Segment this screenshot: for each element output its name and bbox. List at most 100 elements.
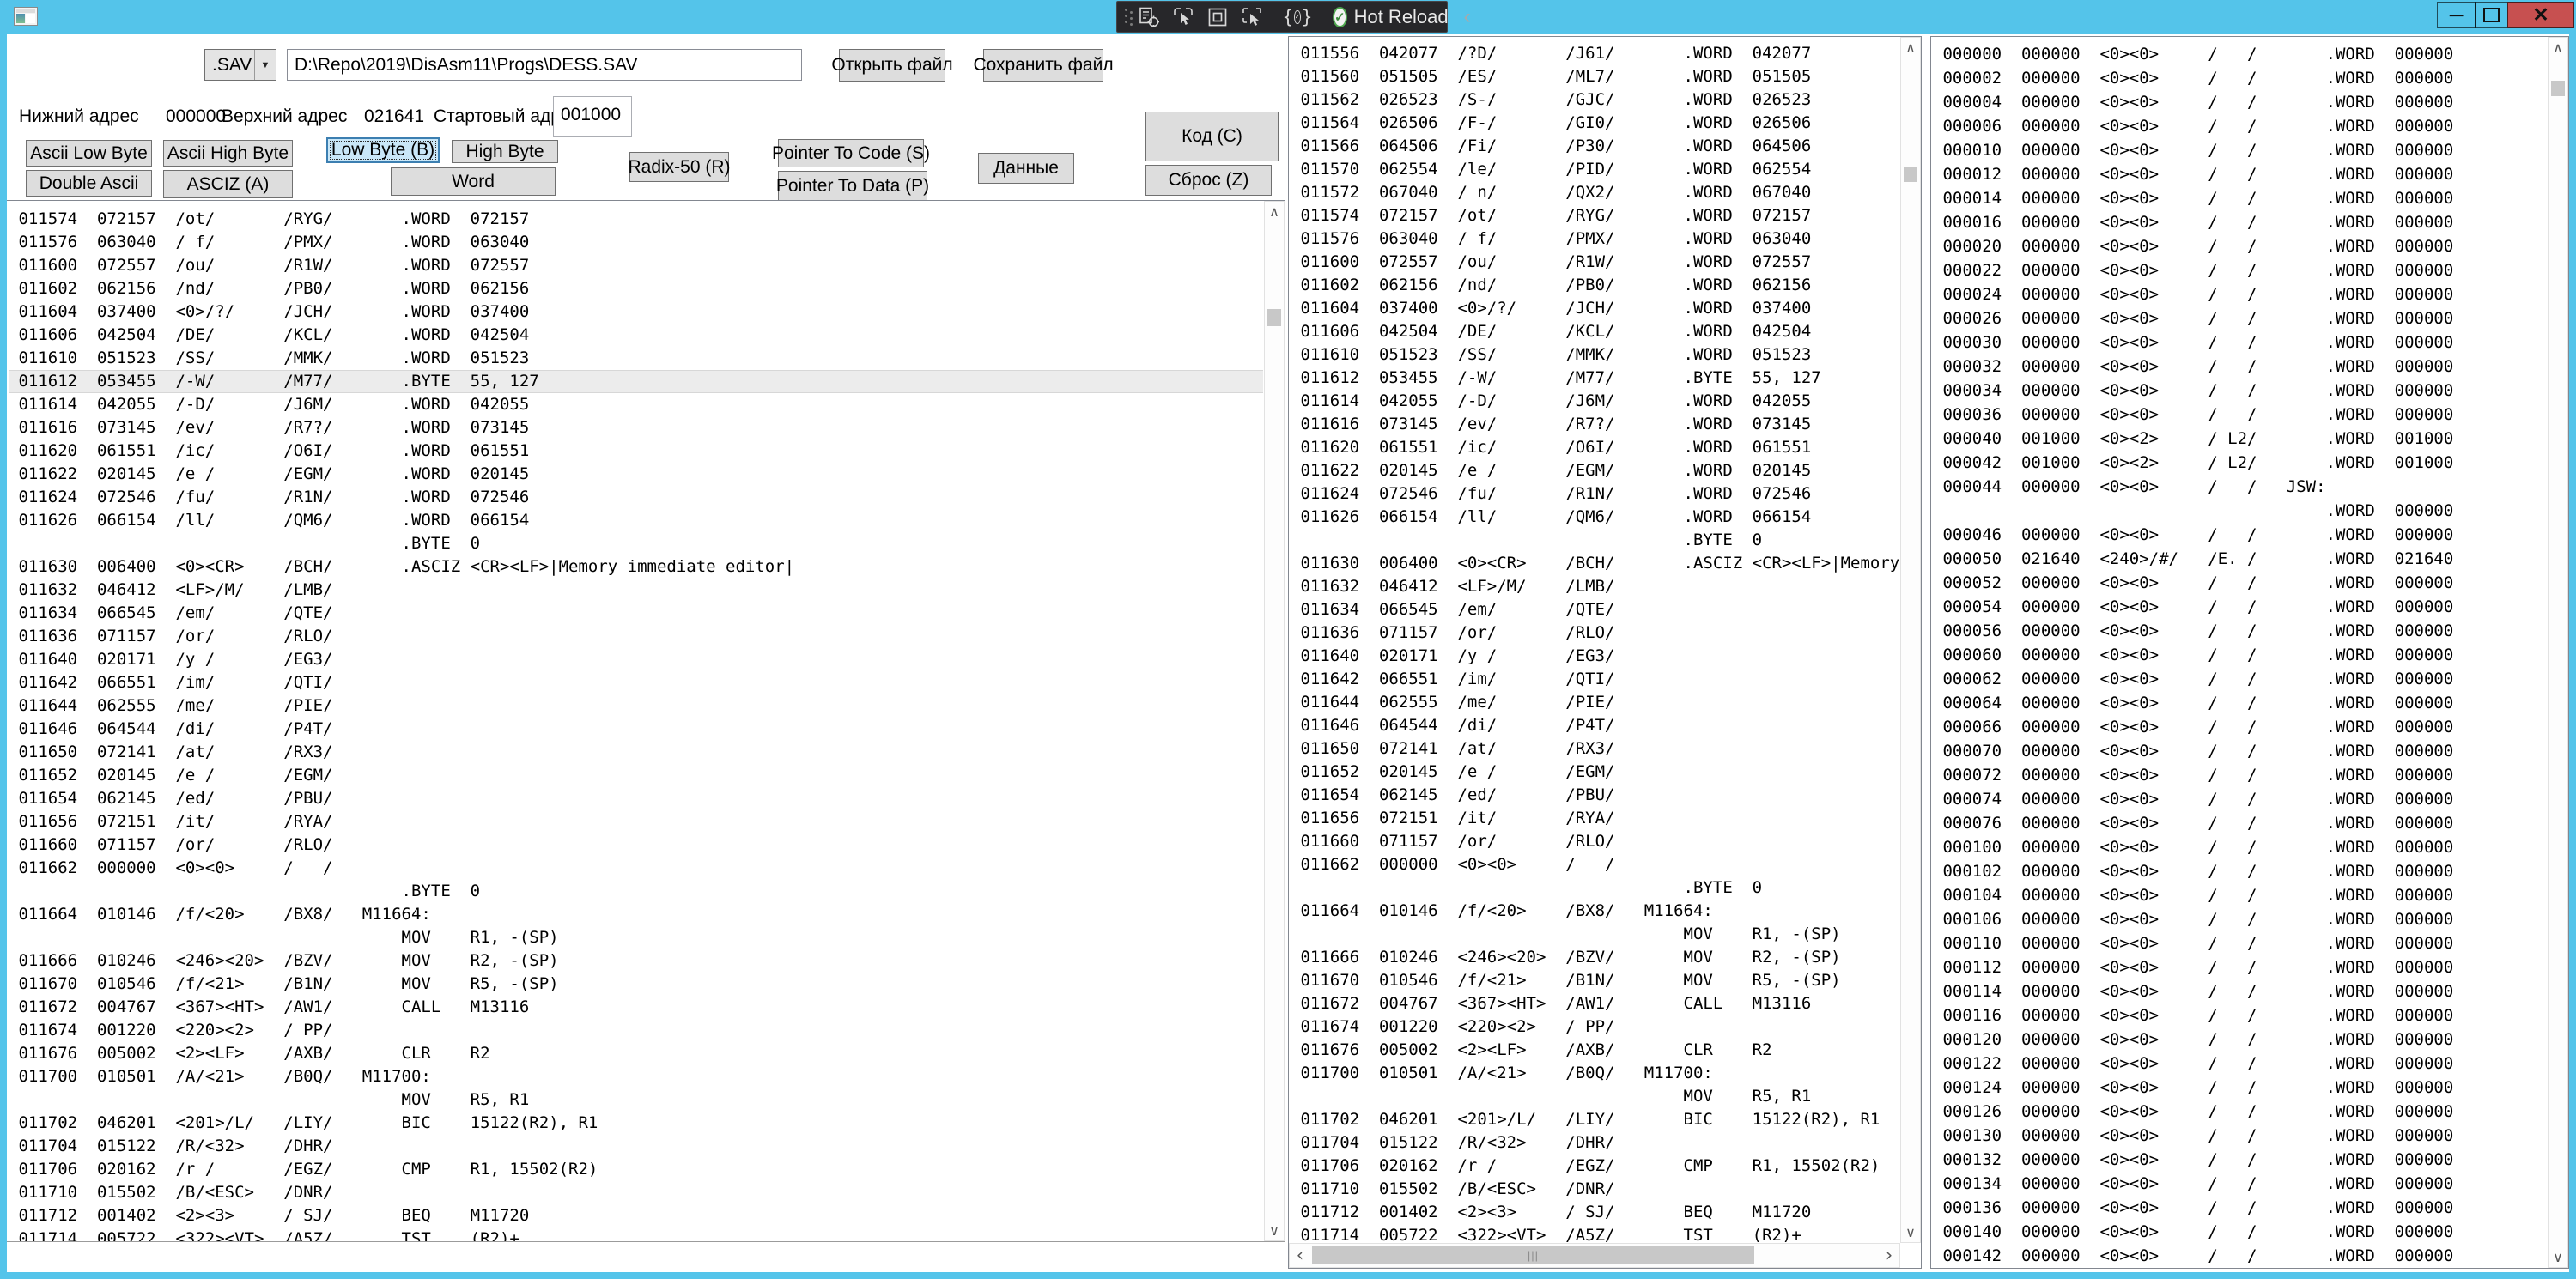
listing-line[interactable]: 000114 000000 <0><0> / / .WORD 000000 — [1933, 979, 2547, 1003]
listing-line[interactable]: 000032 000000 <0><0> / / .WORD 000000 — [1933, 355, 2547, 379]
listing-line[interactable]: 011632 046412 <LF>/M/ /LMB/ — [1291, 575, 1899, 598]
listing-line[interactable]: 000056 000000 <0><0> / / .WORD 000000 — [1933, 619, 2547, 643]
asciz-button[interactable]: ASCIZ (A) — [163, 170, 293, 198]
listing-line[interactable]: 000000 000000 <0><0> / / .WORD 000000 — [1933, 42, 2547, 66]
pointer-to-data-button[interactable]: Pointer To Data (P) — [778, 171, 927, 201]
listing-line[interactable]: .WORD 000000 — [1933, 499, 2547, 523]
listing-line[interactable]: 011640 020171 /y / /EG3/ — [9, 648, 1263, 671]
layout-adorners-icon[interactable] — [1206, 5, 1229, 29]
listing-line[interactable]: 011630 006400 <0><CR> /BCH/ .ASCIZ <CR><… — [1291, 552, 1899, 575]
scroll-up-icon[interactable]: ∧ — [2549, 38, 2567, 58]
scroll-right-icon[interactable]: › — [1879, 1244, 1899, 1267]
listing-line[interactable]: 011646 064544 /di/ /P4T/ — [1291, 714, 1899, 737]
listing-line[interactable]: 000060 000000 <0><0> / / .WORD 000000 — [1933, 643, 2547, 667]
listing-line[interactable]: 011704 015122 /R/<32> /DHR/ — [9, 1135, 1263, 1158]
listing-line[interactable]: 011700 010501 /A/<21> /B0Q/ M11700: — [1291, 1062, 1899, 1085]
listing-line[interactable]: 011602 062156 /nd/ /PB0/ .WORD 062156 — [9, 277, 1263, 300]
listing-line[interactable]: 011666 010246 <246><20> /BZV/ MOV R2, -(… — [1291, 946, 1899, 969]
listing-line[interactable]: 000040 001000 <0><2> / L2/ .WORD 001000 — [1933, 427, 2547, 451]
listing-line[interactable]: 000006 000000 <0><0> / / .WORD 000000 — [1933, 114, 2547, 138]
vertical-scrollbar[interactable]: ∧ ∨ — [2548, 37, 2568, 1268]
listing-line[interactable]: 000034 000000 <0><0> / / .WORD 000000 — [1933, 379, 2547, 403]
listing-line[interactable]: 000050 021640 <240>/#/ /E. / .WORD 02164… — [1933, 547, 2547, 571]
listing-line[interactable]: 011562 026523 /S-/ /GJC/ .WORD 026523 — [1291, 88, 1899, 112]
scroll-down-icon[interactable]: ∨ — [2549, 1247, 2567, 1267]
listing-line[interactable]: 011672 004767 <367><HT> /AW1/ CALL M1311… — [9, 996, 1263, 1019]
listing-line[interactable]: 011664 010146 /f/<20> /BX8/ M11664: — [9, 903, 1263, 926]
listing-line[interactable]: 000012 000000 <0><0> / / .WORD 000000 — [1933, 162, 2547, 186]
listing-line[interactable]: 000110 000000 <0><0> / / .WORD 000000 — [1933, 931, 2547, 955]
listing-line[interactable]: 011700 010501 /A/<21> /B0Q/ M11700: — [9, 1065, 1263, 1088]
listing-line[interactable]: 011642 066551 /im/ /QTI/ — [9, 671, 1263, 694]
listing-line[interactable]: 000112 000000 <0><0> / / .WORD 000000 — [1933, 955, 2547, 979]
listing-line[interactable]: 011632 046412 <LF>/M/ /LMB/ — [9, 579, 1263, 602]
listing-line[interactable]: 011702 046201 <201>/L/ /LIY/ BIC 15122(R… — [1291, 1108, 1899, 1131]
listing-line[interactable]: .BYTE 0 — [9, 880, 1263, 903]
listing-line[interactable]: 011634 066545 /em/ /QTE/ — [9, 602, 1263, 625]
listing-line[interactable]: 011642 066551 /im/ /QTI/ — [1291, 668, 1899, 691]
scrollbar-thumb[interactable] — [1267, 309, 1281, 326]
file-path-input[interactable]: D:\Repo\2019\DisAsm11\Progs\DESS.SAV — [287, 49, 802, 81]
listing-line[interactable]: 000104 000000 <0><0> / / .WORD 000000 — [1933, 883, 2547, 907]
listing-line[interactable]: 000132 000000 <0><0> / / .WORD 000000 — [1933, 1148, 2547, 1172]
ascii-high-byte-button[interactable]: Ascii High Byte — [163, 140, 293, 167]
listing-line[interactable]: 011714 005722 <322><VT> /A5Z/ TST (R2)+ — [9, 1227, 1263, 1241]
listing-line[interactable]: 011660 071157 /or/ /RLO/ — [9, 833, 1263, 857]
listing-line[interactable]: 011660 071157 /or/ /RLO/ — [1291, 830, 1899, 853]
listing-line[interactable]: 011670 010546 /f/<21> /B1N/ MOV R5, -(SP… — [1291, 969, 1899, 992]
listing-line[interactable]: 011622 020145 /e / /EGM/ .WORD 020145 — [1291, 459, 1899, 482]
open-file-button[interactable]: Открыть файл — [839, 49, 945, 82]
listing-line[interactable]: 000030 000000 <0><0> / / .WORD 000000 — [1933, 330, 2547, 355]
listing-line[interactable]: 011652 020145 /e / /EGM/ — [9, 764, 1263, 787]
save-file-button[interactable]: Сохранить файл — [983, 49, 1103, 82]
listing-line[interactable]: MOV R5, R1 — [9, 1088, 1263, 1112]
format-combobox[interactable]: .SAV ▼ — [204, 49, 276, 81]
listing-line[interactable]: 000072 000000 <0><0> / / .WORD 000000 — [1933, 763, 2547, 787]
pointer-to-code-button[interactable]: Pointer To Code (S) — [778, 139, 924, 167]
listing-line[interactable]: 000052 000000 <0><0> / / .WORD 000000 — [1933, 571, 2547, 595]
listing-line[interactable]: 011576 063040 / f/ /PMX/ .WORD 063040 — [9, 231, 1263, 254]
listing-line[interactable]: 011560 051505 /ES/ /ML7/ .WORD 051505 — [1291, 65, 1899, 88]
listing-line[interactable]: 000134 000000 <0><0> / / .WORD 000000 — [1933, 1172, 2547, 1196]
listing-line[interactable]: 011640 020171 /y / /EG3/ — [1291, 645, 1899, 668]
listing-line[interactable]: 011634 066545 /em/ /QTE/ — [1291, 598, 1899, 621]
listing-line[interactable]: 011602 062156 /nd/ /PB0/ .WORD 062156 — [1291, 274, 1899, 297]
listing-line[interactable]: 011664 010146 /f/<20> /BX8/ M11664: — [1291, 900, 1899, 923]
ascii-low-byte-button[interactable]: Ascii Low Byte — [26, 140, 152, 167]
scroll-down-icon[interactable]: ∨ — [1265, 1221, 1284, 1240]
listing-line[interactable]: 011712 001402 <2><3> / SJ/ BEQ M11720 — [1291, 1201, 1899, 1224]
listing-line[interactable]: 011614 042055 /-D/ /J6M/ .WORD 042055 — [9, 393, 1263, 416]
listing-line[interactable]: 011706 020162 /r / /EGZ/ CMP R1, 15502(R… — [9, 1158, 1263, 1181]
listing-line[interactable]: 000124 000000 <0><0> / / .WORD 000000 — [1933, 1076, 2547, 1100]
listing-line[interactable]: MOV R5, R1 — [1291, 1085, 1899, 1108]
scroll-up-icon[interactable]: ∧ — [1265, 202, 1284, 221]
scrollbar-thumb[interactable]: ||| — [1312, 1246, 1754, 1264]
listing-line[interactable]: 000002 000000 <0><0> / / .WORD 000000 — [1933, 66, 2547, 90]
start-address-input[interactable]: 001000 — [553, 96, 632, 137]
listing-line[interactable]: 011570 062554 /le/ /PID/ .WORD 062554 — [1291, 158, 1899, 181]
listing-line[interactable]: 000102 000000 <0><0> / / .WORD 000000 — [1933, 859, 2547, 883]
listing-line[interactable]: 000042 001000 <0><2> / L2/ .WORD 001000 — [1933, 451, 2547, 475]
scrollbar-thumb[interactable] — [1904, 167, 1917, 182]
vertical-scrollbar[interactable]: ∧ ∨ — [1264, 201, 1285, 1241]
listing-line[interactable]: 000100 000000 <0><0> / / .WORD 000000 — [1933, 835, 2547, 859]
listing-line[interactable]: 011612 053455 /-W/ /M77/ .BYTE 55, 127 — [9, 370, 1263, 393]
scroll-left-icon[interactable]: ‹ — [1290, 1244, 1310, 1267]
listing-line[interactable]: 000022 000000 <0><0> / / .WORD 000000 — [1933, 258, 2547, 282]
listing-line[interactable]: 011620 061551 /ic/ /O6I/ .WORD 061551 — [1291, 436, 1899, 459]
listing-line[interactable]: 000016 000000 <0><0> / / .WORD 000000 — [1933, 210, 2547, 234]
listing-line[interactable]: 011620 061551 /ic/ /O6I/ .WORD 061551 — [9, 439, 1263, 463]
listing-line[interactable]: 000106 000000 <0><0> / / .WORD 000000 — [1933, 907, 2547, 931]
track-focused-element-icon[interactable] — [1241, 5, 1263, 29]
listing-line[interactable]: 011644 062555 /me/ /PIE/ — [1291, 691, 1899, 714]
listing-line[interactable]: 011670 010546 /f/<21> /B1N/ MOV R5, -(SP… — [9, 973, 1263, 996]
xaml-hot-reload-settings-icon[interactable]: {✓} — [1285, 5, 1309, 29]
radix50-button[interactable]: Radix-50 (R) — [629, 152, 729, 182]
listing-line[interactable]: 000010 000000 <0><0> / / .WORD 000000 — [1933, 138, 2547, 162]
listing-line[interactable]: 011712 001402 <2><3> / SJ/ BEQ M11720 — [9, 1204, 1263, 1227]
listing-line[interactable]: 011626 066154 /ll/ /QM6/ .WORD 066154 — [9, 509, 1263, 532]
listing-line[interactable]: 000014 000000 <0><0> / / .WORD 000000 — [1933, 186, 2547, 210]
listing-line[interactable]: 000026 000000 <0><0> / / .WORD 000000 — [1933, 306, 2547, 330]
listing-line[interactable]: 011672 004767 <367><HT> /AW1/ CALL M1311… — [1291, 992, 1899, 1015]
collapse-toolbar-chevron-icon[interactable]: ‹ — [1464, 9, 1471, 26]
